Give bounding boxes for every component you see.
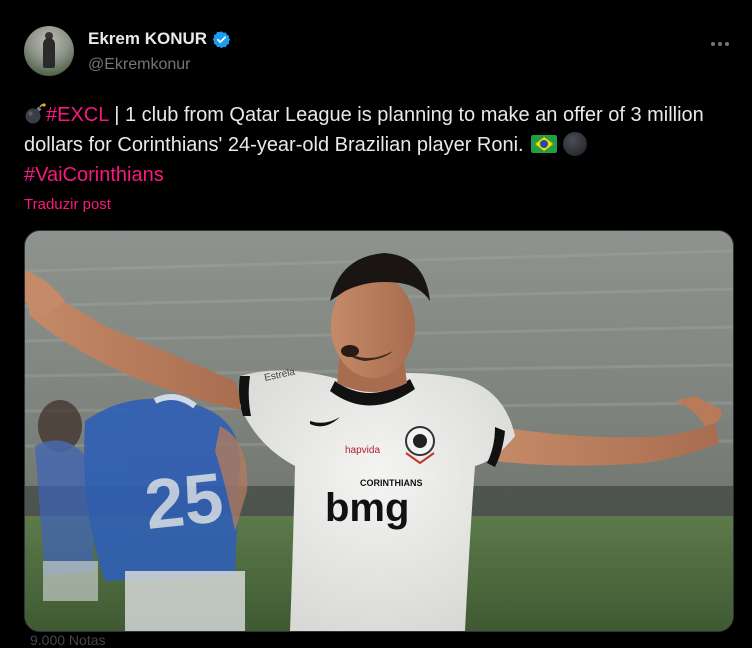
avatar[interactable] [24,26,74,76]
hashtag-excl[interactable]: #EXCL [46,104,109,126]
sleeve-sponsor: hapvida [345,445,380,456]
sponsor-text: bmg [325,486,409,530]
author-handle[interactable]: @Ekremkonur [88,56,191,74]
tweet-header: Ekrem KONUR @Ekremkonur [24,24,736,80]
translate-post-link[interactable]: Traduzir post [24,196,111,213]
author-name-row: Ekrem KONUR [88,29,231,49]
verified-badge-icon[interactable] [212,30,231,49]
opponent-number: 25 [141,458,227,544]
author-display-name[interactable]: Ekrem KONUR [88,29,207,49]
footer-hint: 9.000 Notas [30,632,106,648]
hashtag-vaicorinthians[interactable]: #VaiCorinthians [24,164,164,186]
football-icon [563,132,588,156]
brazil-flag-icon [531,135,558,153]
tweet-body: | 1 club from Qatar League is planning t… [24,104,704,156]
more-options-icon[interactable] [710,36,730,48]
tweet-text: #EXCL | 1 club from Qatar League is plan… [24,100,736,190]
tweet-media-image[interactable]: 25 hapvida CORINTHIANS bmg Estrela [24,230,734,632]
bomb-icon [24,103,46,125]
photo-scene: 25 hapvida CORINTHIANS bmg Estrela [25,231,733,631]
avatar-figure [43,38,55,68]
